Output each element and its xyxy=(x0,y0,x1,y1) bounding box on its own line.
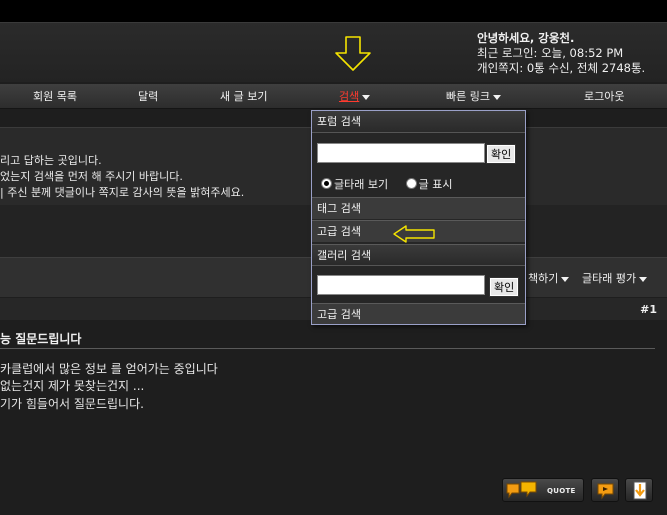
quote-button[interactable]: QUOTE xyxy=(502,478,584,502)
last-login: 최근 로그인: 오늘, 08:52 PM xyxy=(477,46,624,60)
chevron-down-icon xyxy=(492,94,501,100)
post-line: 기가 힘들어서 질문드립니다. xyxy=(0,397,144,411)
gallery-search-header: 갤러리 검색 xyxy=(312,244,525,266)
nav-logout[interactable]: 로그아웃 xyxy=(584,84,624,109)
radio-threads[interactable]: 글타래 보기 xyxy=(321,178,388,191)
chevron-down-icon xyxy=(362,94,371,100)
radio-empty-icon xyxy=(405,178,417,189)
tag-search-link[interactable]: 태그 검색 xyxy=(312,197,525,219)
post-number[interactable]: #1 xyxy=(640,303,657,316)
forum-search-input[interactable] xyxy=(317,143,485,163)
divider xyxy=(0,348,655,349)
post-line: 카클럽에서 많은 정보 를 얻어가는 중입니다 xyxy=(0,362,218,376)
post-line: 없는건지 제가 못찾는건지 ... xyxy=(0,379,145,393)
notice-line: 었는지 검색을 먼저 해 주시기 바랍니다. xyxy=(0,170,183,183)
forum-search-header: 포럼 검색 xyxy=(312,111,525,133)
search-display-options: 글타래 보기 글 표시 xyxy=(321,176,452,192)
private-messages-link[interactable]: 개인쪽지: 0통 수신, 전체 2748통. xyxy=(477,61,645,76)
speech-bubbles-icon xyxy=(506,481,537,499)
annotation-arrow-down-icon xyxy=(335,36,371,71)
nav-new-posts[interactable]: 새 글 보기 xyxy=(220,84,267,109)
nav-bar: 회원 목록 달력 새 글 보기 검색 빠른 링크 로그아웃 xyxy=(0,84,667,109)
radio-selected-icon xyxy=(321,178,332,189)
quote-label: QUOTE xyxy=(547,487,576,495)
nav-search[interactable]: 검색 xyxy=(339,84,371,109)
notice-line: 리고 답하는 곳입니다. xyxy=(0,154,102,167)
rate-thread-menu[interactable]: 글타래 평가 xyxy=(582,270,648,286)
post-title: 능 질문드립니다 xyxy=(0,332,82,346)
chevron-down-icon xyxy=(639,276,648,282)
welcome-panel: 안녕하세요, 강웅천. 최근 로그인: 오늘, 08:52 PM 개인쪽지: 0… xyxy=(477,31,645,76)
multi-quote-button[interactable] xyxy=(591,478,619,502)
reply-button[interactable] xyxy=(625,478,653,502)
nav-quick-links[interactable]: 빠른 링크 xyxy=(446,84,501,109)
gallery-search-confirm-button[interactable]: 확인 xyxy=(489,277,520,297)
top-strip xyxy=(0,0,667,22)
gallery-advanced-search-link[interactable]: 고급 검색 xyxy=(312,303,525,324)
thread-tools-menu[interactable]: 책하기 xyxy=(528,270,570,286)
gallery-search-input[interactable] xyxy=(317,275,485,295)
greeting[interactable]: 안녕하세요, 강웅천. xyxy=(477,31,645,46)
document-arrow-icon xyxy=(633,481,647,500)
nav-member-list[interactable]: 회원 목록 xyxy=(33,84,77,109)
quote-plus-icon xyxy=(597,483,614,500)
annotation-arrow-left-icon xyxy=(393,225,435,243)
nav-calendar[interactable]: 달력 xyxy=(138,84,158,109)
search-dropdown-menu: 포럼 검색 확인 글타래 보기 글 표시 태그 검색 고급 검색 갤러리 검색 … xyxy=(311,110,526,325)
notice-line: | 주신 분께 댓글이나 쪽지로 감사의 뜻을 밝혀주세요. xyxy=(0,186,245,199)
forum-search-confirm-button[interactable]: 확인 xyxy=(486,144,517,164)
chevron-down-icon xyxy=(561,276,570,282)
radio-posts[interactable]: 글 표시 xyxy=(405,178,452,191)
